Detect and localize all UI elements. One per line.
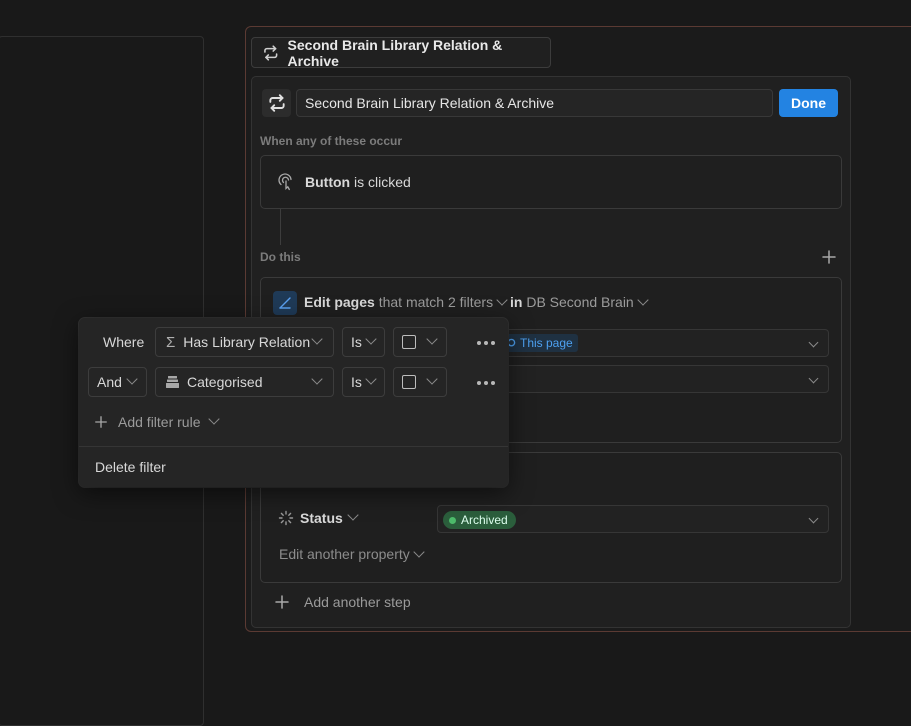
this-page-tag: This page — [500, 334, 578, 352]
trigger-section-label: When any of these occur — [260, 134, 403, 148]
step-in: in — [509, 294, 523, 310]
chevron-down-icon — [365, 373, 377, 385]
connector-line — [280, 209, 281, 245]
trigger-verb: is clicked — [353, 174, 411, 190]
filter-operator-select[interactable]: Is — [342, 367, 385, 397]
filter-popover: Where Σ Has Library Relation Is And Cate… — [79, 318, 508, 487]
pointer-click-icon — [278, 173, 292, 191]
repeat-icon — [268, 94, 285, 112]
popover-divider — [79, 446, 508, 447]
button-title-tab[interactable]: Second Brain Library Relation & Archive — [251, 36, 551, 69]
filter-operator-select[interactable]: Is — [342, 327, 385, 357]
chevron-down-icon — [637, 294, 649, 306]
edit-pages-description: Edit pages that match 2 filters in DB Se… — [304, 294, 649, 310]
status-dot — [449, 516, 456, 524]
button-name-input[interactable] — [296, 89, 773, 117]
step-middle: that match — [378, 294, 445, 310]
chevron-down-icon — [208, 413, 221, 425]
where-label: Where — [103, 334, 145, 350]
trigger-subject: Button — [305, 174, 351, 190]
status-loading-icon — [278, 510, 294, 526]
formula-sigma-icon: Σ — [166, 333, 176, 351]
add-action-icon[interactable] — [821, 249, 837, 265]
edit-another-property[interactable]: Edit another property — [279, 546, 425, 562]
checkbox-icon — [402, 335, 416, 349]
add-another-step[interactable]: Add another step — [274, 594, 411, 610]
status-label: Status — [300, 510, 343, 526]
actions-section-label: Do this — [260, 250, 301, 264]
button-title: Second Brain Library Relation & Archive — [287, 36, 503, 69]
chevron-down-icon — [311, 373, 323, 385]
step-object: pages — [334, 294, 375, 310]
chevron-down-icon — [365, 333, 377, 345]
chevron-down-icon — [426, 373, 438, 385]
checkbox-icon — [402, 375, 416, 389]
repeat-icon — [264, 44, 278, 61]
delete-filter-button[interactable]: Delete filter — [95, 459, 166, 475]
plus-icon — [275, 595, 289, 609]
add-filter-rule-button[interactable]: Add filter rule — [94, 413, 221, 430]
filter-count-dropdown[interactable]: 2 filters — [448, 294, 508, 310]
step-verb: Edit — [304, 294, 331, 310]
chevron-down-icon — [808, 373, 819, 384]
chevron-down-icon — [311, 333, 323, 345]
filter-checkbox-value[interactable] — [393, 367, 447, 397]
more-options-icon[interactable] — [477, 381, 495, 385]
chevron-down-icon — [808, 337, 819, 348]
chevron-down-icon — [426, 333, 438, 345]
trigger-box[interactable]: Button is clicked — [260, 155, 842, 209]
plus-icon — [95, 416, 107, 428]
icon-picker-button[interactable] — [262, 89, 291, 117]
chevron-down-icon — [347, 509, 359, 521]
more-options-icon[interactable] — [477, 341, 495, 345]
filter-property-select[interactable]: Categorised — [155, 367, 334, 397]
chevron-down-icon — [808, 513, 819, 524]
database-dropdown[interactable]: DB Second Brain — [526, 294, 649, 310]
chevron-down-icon — [413, 546, 425, 558]
done-button[interactable]: Done — [779, 89, 838, 117]
status-property[interactable]: Status — [278, 509, 359, 526]
conjunction-select[interactable]: And — [88, 367, 147, 397]
edit-pages-icon — [273, 291, 297, 315]
filter-checkbox-value[interactable] — [393, 327, 447, 357]
chevron-down-icon — [126, 373, 138, 385]
chevron-down-icon — [496, 294, 508, 306]
pencil-icon — [279, 297, 291, 309]
archived-tag: Archived — [443, 511, 516, 529]
checkbox-stack-icon — [166, 376, 179, 388]
filter-property-select[interactable]: Σ Has Library Relation — [155, 327, 334, 357]
